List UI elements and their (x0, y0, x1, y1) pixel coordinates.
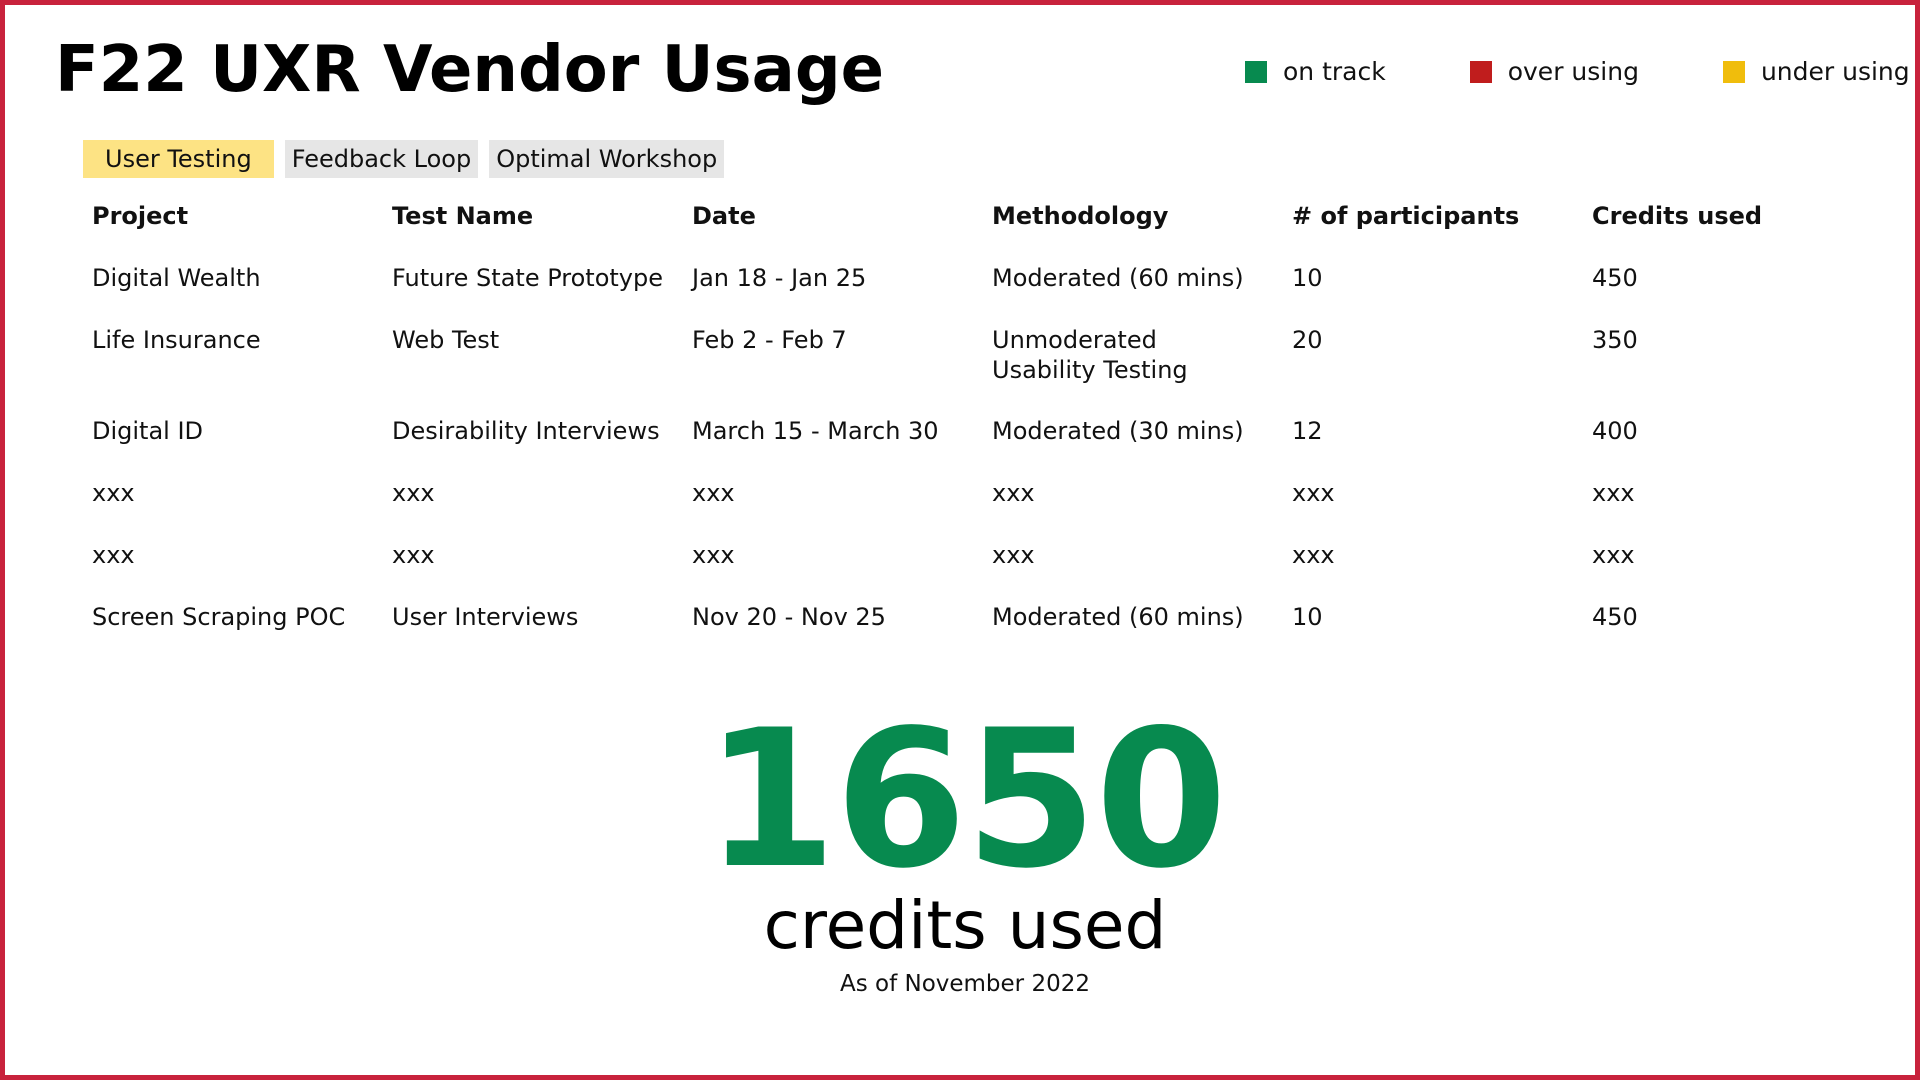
cell-participants: xxx (1292, 541, 1335, 569)
cell-date: Nov 20 - Nov 25 (692, 603, 886, 631)
tab-user-testing[interactable]: User Testing (83, 140, 274, 178)
usage-table: Project Test Name Date Methodology # of … (92, 201, 1892, 664)
cell-methodology: Moderated (60 mins) (992, 603, 1244, 631)
table-header-row: Project Test Name Date Methodology # of … (92, 201, 1892, 241)
under-using-swatch-icon (1722, 60, 1745, 83)
cell-methodology: Unmoderated Usability Testing (992, 326, 1188, 384)
cell-project: Life Insurance (92, 326, 261, 354)
cell-participants: 10 (1292, 264, 1323, 292)
table-row: xxx xxx xxx xxx xxx xxx (92, 540, 1892, 602)
legend-item-under-using: under using (1722, 57, 1910, 86)
on-track-swatch-icon (1245, 60, 1267, 83)
cell-participants: 10 (1292, 603, 1323, 631)
column-header-project: Project (92, 202, 189, 230)
slide-frame: F22 UXR Vendor Usage on track over using… (0, 0, 1920, 1080)
cell-date: Jan 18 - Jan 25 (692, 264, 867, 292)
cell-test-name: xxx (392, 541, 435, 569)
cell-project: Digital Wealth (92, 264, 261, 292)
cell-credits: 450 (1592, 264, 1638, 292)
cell-methodology: xxx (992, 541, 1035, 569)
cell-project: xxx (92, 479, 135, 507)
cell-test-name: User Interviews (392, 603, 579, 631)
cell-credits: xxx (1592, 541, 1635, 569)
cell-credits: 400 (1592, 417, 1638, 445)
vendor-tabs: User Testing Feedback Loop Optimal Works… (83, 140, 735, 178)
column-header-date: Date (692, 202, 756, 230)
page-title: F22 UXR Vendor Usage (55, 33, 885, 107)
legend-label: under using (1760, 57, 1910, 86)
tab-optimal-workshop[interactable]: Optimal Workshop (489, 140, 725, 178)
cell-participants: 12 (1292, 417, 1323, 445)
cell-date: March 15 - March 30 (692, 417, 939, 445)
legend-item-over-using: over using (1469, 57, 1639, 86)
cell-test-name: Web Test (392, 326, 500, 354)
cell-date: xxx (692, 479, 735, 507)
cell-methodology: Moderated (30 mins) (992, 417, 1244, 445)
cell-project: xxx (92, 541, 135, 569)
total-credits-number: 1650 (704, 689, 1228, 910)
column-header-participants: # of participants (1292, 202, 1520, 230)
as-of-date: As of November 2022 (839, 971, 1090, 997)
legend-label: over using (1507, 57, 1639, 86)
cell-test-name: Desirability Interviews (392, 417, 660, 445)
cell-test-name: xxx (392, 479, 435, 507)
cell-date: xxx (692, 541, 735, 569)
status-legend: on track over using under using (1245, 57, 1910, 86)
table-row: Digital ID Desirability Interviews March… (92, 416, 1892, 478)
table-row: Screen Scraping POC User Interviews Nov … (92, 602, 1892, 664)
cell-date: Feb 2 - Feb 7 (692, 326, 847, 354)
table-row: xxx xxx xxx xxx xxx xxx (92, 478, 1892, 540)
cell-methodology: Moderated (60 mins) (992, 264, 1244, 292)
table-row: Digital Wealth Future State Prototype Ja… (92, 263, 1892, 325)
column-header-credits: Credits used (1592, 202, 1763, 230)
legend-label: on track (1283, 57, 1386, 86)
over-using-swatch-icon (1469, 60, 1492, 83)
cell-credits: 350 (1592, 326, 1638, 354)
cell-test-name: Future State Prototype (392, 264, 663, 292)
table-row: Life Insurance Web Test Feb 2 - Feb 7 Un… (92, 325, 1892, 416)
cell-participants: 20 (1292, 326, 1323, 354)
cell-participants: xxx (1292, 479, 1335, 507)
cell-project: Digital ID (92, 417, 204, 445)
cell-credits: 450 (1592, 603, 1638, 631)
tab-feedback-loop[interactable]: Feedback Loop (284, 140, 479, 178)
cell-methodology: xxx (992, 479, 1035, 507)
cell-project: Screen Scraping POC (92, 603, 346, 631)
column-header-test-name: Test Name (392, 202, 534, 230)
total-credits-label: credits used (763, 887, 1167, 964)
column-header-methodology: Methodology (992, 202, 1169, 230)
cell-credits: xxx (1592, 479, 1635, 507)
legend-item-on-track: on track (1245, 57, 1386, 86)
